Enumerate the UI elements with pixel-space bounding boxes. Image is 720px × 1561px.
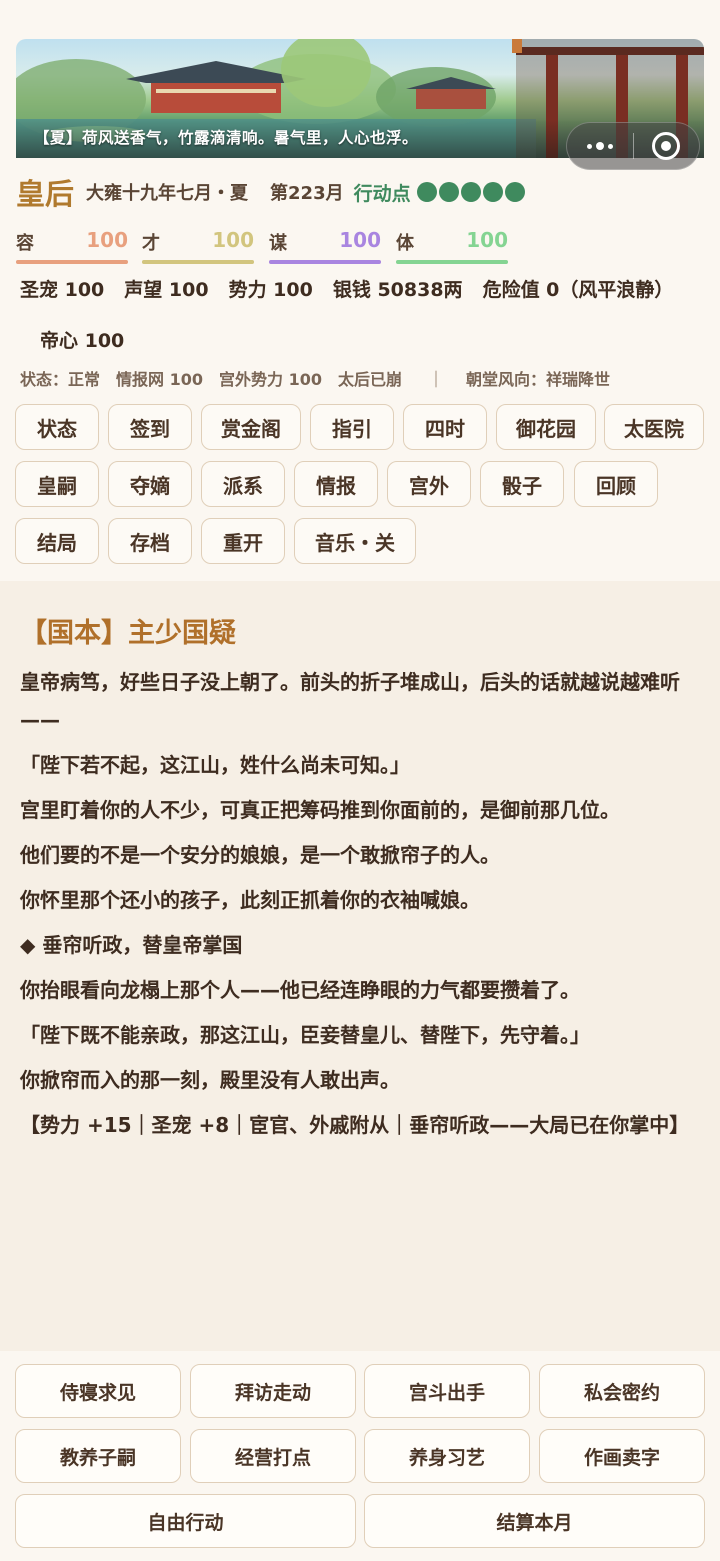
story-result: 【势力 +15｜圣宠 +8｜宦官、外戚附从｜垂帘听政——大局已在你掌中】 — [20, 1113, 690, 1137]
menu-button-ending[interactable]: 结局 — [15, 518, 99, 564]
story-body: 皇帝病笃，好些日子没上朝了。前头的折子堆成山，后头的话就越说越难听—— 「陛下若… — [20, 663, 690, 1151]
attr-value: 100 — [212, 228, 254, 252]
stats-row: 圣宠 100 声望 100 势力 100 银钱 50838两 危险值 0（风平浪静） — [20, 275, 693, 302]
status-empress-dowager: 太后已崩 — [337, 370, 402, 389]
action-button-secret-meeting[interactable]: 私会密约 — [539, 1364, 705, 1418]
story-title: 【国本】主少国疑 — [20, 618, 236, 649]
action-button-attend[interactable]: 侍寝求见 — [15, 1364, 181, 1418]
attr-bar — [16, 260, 128, 264]
action-point-dot — [416, 182, 437, 202]
story-paragraph: 皇帝病笃，好些日子没上朝了。前头的折子堆成山，后头的话就越说越难听—— — [20, 670, 680, 732]
action-point-dot — [460, 182, 481, 202]
stat-danger: 危险值 0（风平浪静） — [482, 279, 674, 301]
menu-button-bounty[interactable]: 赏金阁 — [201, 404, 301, 450]
attr-value: 100 — [466, 228, 508, 252]
attr-mou: 谋 100 — [269, 226, 381, 264]
attr-label: 才 — [142, 233, 160, 254]
action-button-raise-heirs[interactable]: 教养子嗣 — [15, 1429, 181, 1483]
attr-bar — [396, 260, 508, 264]
status-outside-power: 宫外势力 100 — [219, 370, 322, 389]
attr-bar — [269, 260, 381, 264]
menu-button-dice[interactable]: 骰子 — [480, 461, 564, 507]
header-row: 皇后 大雍十九年七月・夏 第223月 行动点 — [16, 172, 525, 212]
more-button[interactable] — [567, 123, 633, 169]
story-paragraph: 「陛下既不能亲政，那这江山，臣妾替皇儿、替陛下，先守着。」 — [20, 1023, 590, 1047]
attr-label: 谋 — [269, 233, 287, 254]
attr-cai: 才 100 — [142, 226, 254, 264]
action-point-dot — [504, 182, 525, 202]
menu-button-seasons[interactable]: 四时 — [403, 404, 487, 450]
stat-power: 势力 100 — [228, 279, 313, 301]
action-button-manage[interactable]: 经营打点 — [190, 1429, 356, 1483]
story-panel: 【国本】主少国疑 皇帝病笃，好些日子没上朝了。前头的折子堆成山，后头的话就越说越… — [0, 581, 720, 1351]
status-state: 状态：正常 — [20, 370, 101, 389]
story-paragraph: 他们要的不是一个安分的娘娘，是一个敢掀帘子的人。 — [20, 843, 500, 867]
story-paragraph: 你怀里那个还小的孩子，此刻正抓着你的衣袖喊娘。 — [20, 888, 480, 912]
attr-rong: 容 100 — [16, 226, 128, 264]
menu-button-physician[interactable]: 太医院 — [604, 404, 704, 450]
more-dots-icon — [586, 142, 613, 150]
action-points-dots — [416, 182, 525, 202]
action-button-free-action[interactable]: 自由行动 — [15, 1494, 356, 1548]
action-point-dot — [482, 182, 503, 202]
stat-reputation: 声望 100 — [124, 279, 209, 301]
rank-title: 皇后 — [16, 177, 75, 211]
menu-button-status[interactable]: 状态 — [15, 404, 99, 450]
menu-button-save[interactable]: 存档 — [108, 518, 192, 564]
action-button-end-month[interactable]: 结算本月 — [364, 1494, 705, 1548]
attr-bar-fill — [142, 260, 254, 264]
stat-emperor-heart: 帝心 100 — [40, 330, 125, 352]
story-paragraph: 你抬眼看向龙榻上那个人——他已经连睁眼的力气都要攒着了。 — [20, 978, 580, 1002]
status-court-trend: 朝堂风向：祥瑞降世 — [466, 370, 611, 389]
attr-value: 100 — [86, 228, 128, 252]
attr-label: 体 — [396, 233, 414, 254]
status-intel: 情报网 100 — [116, 370, 203, 389]
attr-bar-fill — [269, 260, 381, 264]
action-button-training[interactable]: 养身习艺 — [364, 1429, 530, 1483]
stat-silver: 银钱 50838两 — [332, 279, 463, 301]
story-paragraph: 你掀帘而入的那一刻，殿里没有人敢出声。 — [20, 1068, 400, 1092]
action-point-dot — [438, 182, 459, 202]
menu-button-heirs[interactable]: 皇嗣 — [15, 461, 99, 507]
status-divider: ｜ — [428, 370, 445, 389]
action-points-label: 行动点 — [353, 182, 411, 205]
menu-button-checkin[interactable]: 签到 — [108, 404, 192, 450]
menu-button-restart[interactable]: 重开 — [201, 518, 285, 564]
target-circle-icon — [652, 132, 681, 160]
stat-favor: 圣宠 100 — [20, 279, 105, 301]
attr-ti: 体 100 — [396, 226, 508, 264]
close-button[interactable] — [634, 123, 700, 169]
story-paragraph: 「陛下若不起，这江山，姓什么尚未可知。」 — [20, 753, 410, 777]
attr-value: 100 — [339, 228, 381, 252]
menu-button-succession[interactable]: 夺嫡 — [108, 461, 192, 507]
action-panel: 侍寝求见 拜访走动 宫斗出手 私会密约 教养子嗣 经营打点 养身习艺 作画卖字 … — [0, 1351, 720, 1561]
attr-label: 容 — [16, 233, 34, 254]
miniprogram-capsule — [566, 122, 700, 170]
menu-button-outside[interactable]: 宫外 — [387, 461, 471, 507]
attr-bar — [142, 260, 254, 264]
action-button-sell-art[interactable]: 作画卖字 — [539, 1429, 705, 1483]
menu-button-review[interactable]: 回顾 — [574, 461, 658, 507]
attr-bar-fill — [396, 260, 508, 264]
menu-button-guide[interactable]: 指引 — [310, 404, 394, 450]
status-line: 状态：正常 情报网 100 宫外势力 100 太后已崩 ｜ 朝堂风向：祥瑞降世 — [20, 366, 626, 390]
action-button-visit[interactable]: 拜访走动 — [190, 1364, 356, 1418]
menu-button-music[interactable]: 音乐・关 — [294, 518, 416, 564]
attr-bar-fill — [16, 260, 128, 264]
action-button-scheme[interactable]: 宫斗出手 — [364, 1364, 530, 1418]
season-caption: 【夏】荷风送香气，竹露滴清响。暑气里，人心也浮。 — [34, 129, 419, 147]
menu-button-factions[interactable]: 派系 — [201, 461, 285, 507]
menu-button-garden[interactable]: 御花园 — [496, 404, 596, 450]
menu-button-intel[interactable]: 情报 — [294, 461, 378, 507]
month-counter: 第223月 — [270, 183, 344, 204]
story-choice-heading: ◆ 垂帘听政，替皇帝掌国 — [20, 933, 243, 957]
game-date: 大雍十九年七月・夏 — [86, 183, 249, 204]
story-paragraph: 宫里盯着你的人不少，可真正把筹码推到你面前的，是御前那几位。 — [20, 798, 620, 822]
